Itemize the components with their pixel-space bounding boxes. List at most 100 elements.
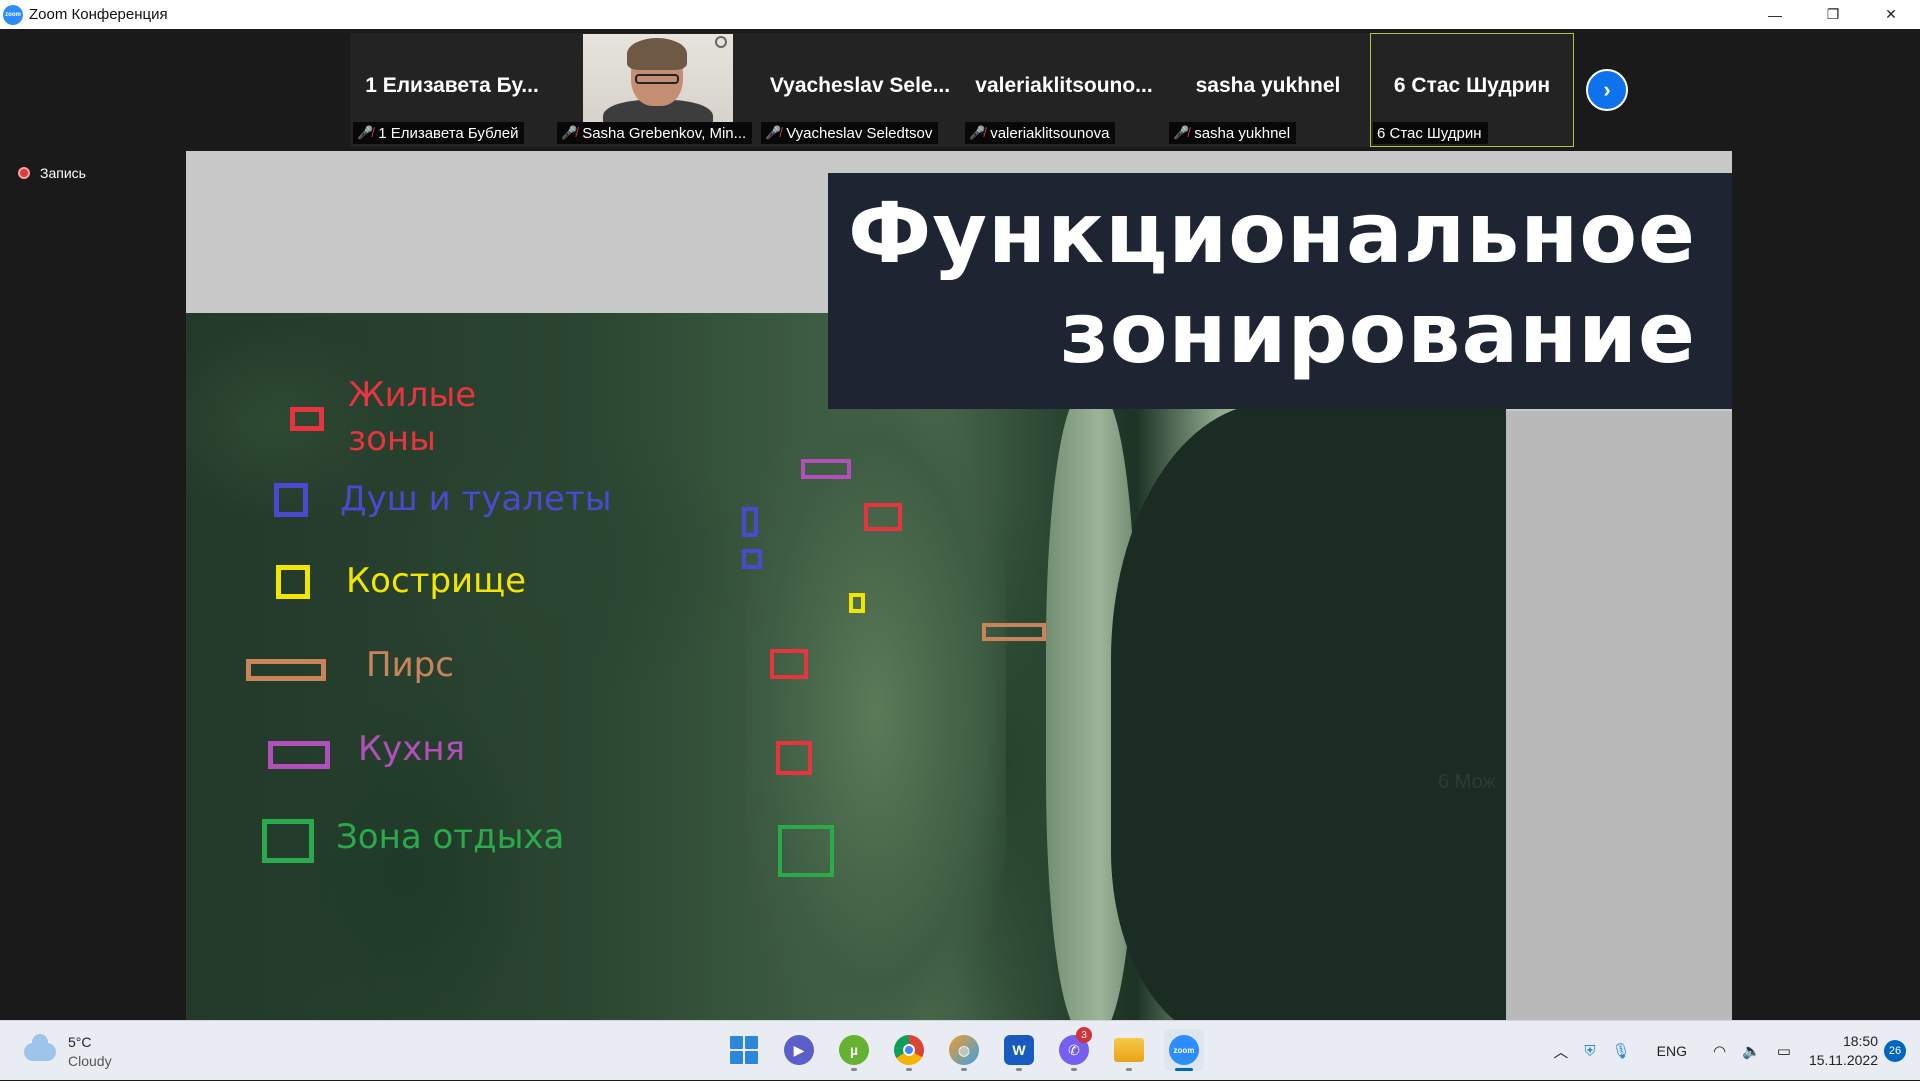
clock-time: 18:50 (1842, 1033, 1878, 1049)
legend-text: Зона отдыха (336, 817, 565, 857)
minimize-button[interactable]: — (1746, 0, 1804, 29)
participant-tile-active-speaker[interactable]: 6 Стас Шудрин 6 Стас Шудрин (1370, 33, 1574, 147)
taskbar-app-chrome[interactable] (889, 1029, 929, 1071)
slide-title-box: Функциональное зонирование (828, 173, 1732, 409)
video-background-ring (715, 36, 727, 48)
participant-tile[interactable]: valeriaklitsouno... 🎤̸ valeriaklitsounov… (962, 33, 1166, 147)
taskbar-app-viber[interactable]: ✆ 3 (1054, 1027, 1094, 1071)
weather-widget[interactable]: 5°C Cloudy (24, 1033, 112, 1071)
zoom-icon-label: zoom (5, 11, 21, 18)
video-person-glasses (635, 74, 679, 84)
taskbar-app-chat[interactable]: ▶ (779, 1029, 819, 1071)
participant-nameplate-text: valeriaklitsounova (990, 124, 1110, 142)
participant-tile[interactable]: Vyacheslav Sele... 🎤̸ Vyacheslav Seledts… (758, 33, 962, 147)
recording-indicator[interactable]: Запись (18, 165, 86, 181)
map-marker-shower (742, 549, 762, 569)
close-button[interactable]: ✕ (1862, 0, 1920, 29)
taskbar-app-word[interactable]: W (999, 1029, 1039, 1071)
microphone-icon[interactable]: 🎙 (1612, 1042, 1631, 1060)
participant-video (583, 34, 733, 122)
legend-swatch-shower (274, 483, 308, 517)
slide-gray-panel (1506, 411, 1732, 1020)
participant-nameplate-text: 1 Елизавета Бублей (378, 124, 519, 142)
taskbar-app-zoom[interactable]: zoom (1164, 1029, 1204, 1071)
participant-nameplate-text: Sasha Grebenkov, Min... (582, 124, 747, 142)
volume-icon[interactable]: 🔈 (1742, 1042, 1761, 1060)
notification-count[interactable]: 26 (1884, 1040, 1906, 1062)
participant-nameplate: 6 Стас Шудрин (1373, 122, 1488, 144)
legend-label-kitchen: Кухня (358, 729, 465, 769)
participant-nameplate-text: Vyacheslav Seledtsov (786, 124, 933, 142)
zoom-app-icon: zoom (3, 4, 23, 25)
participant-tile[interactable]: 1 Елизавета Бу... 🎤̸ 1 Елизавета Бублей (350, 33, 554, 147)
battery-icon[interactable]: ▭ (1777, 1042, 1791, 1060)
muted-mic-icon: 🎤̸ (969, 125, 986, 140)
slide-title-line: зонирование (1060, 284, 1696, 382)
map-marker-pier (982, 623, 1046, 641)
notification-badge: 3 (1076, 1027, 1092, 1043)
app-running-indicator (961, 1068, 967, 1071)
participant-nameplate: 🎤̸ Sasha Grebenkov, Min... (557, 122, 753, 144)
legend-label-pier: Пирс (366, 645, 454, 685)
language-indicator[interactable]: ENG (1657, 1043, 1687, 1059)
slide-watermark: 6 Мож (1438, 771, 1496, 793)
legend-swatch-kitchen (268, 741, 330, 769)
participant-tile-name: valeriaklitsouno... (975, 74, 1153, 97)
shield-icon[interactable]: ⛨ (1584, 1043, 1595, 1060)
weather-temp: 5°C (68, 1034, 92, 1050)
taskbar-app-explorer[interactable] (1109, 1029, 1149, 1071)
chrome-icon (894, 1035, 924, 1065)
muted-mic-icon: 🎤̸ (561, 125, 578, 140)
legend-swatch-firepit (276, 565, 310, 599)
chevron-up-icon[interactable]: ︿ (1553, 1041, 1568, 1062)
start-button[interactable] (724, 1029, 764, 1071)
legend-swatch-rest-area (262, 819, 314, 863)
app-running-indicator (1016, 1068, 1022, 1071)
map-marker-firepit (849, 593, 865, 613)
video-person-hair (627, 38, 687, 70)
app-running-indicator (851, 1068, 857, 1071)
zoom-icon: zoom (1169, 1035, 1199, 1065)
participant-nameplate: 🎤̸ sasha yukhnel (1169, 122, 1297, 144)
meeting-area: 1 Елизавета Бу... 🎤̸ 1 Елизавета Бублей … (0, 29, 1920, 1020)
legend-text: Жилые (348, 375, 477, 415)
next-participants-button[interactable]: › (1586, 69, 1628, 111)
participant-tile-name: sasha yukhnel (1195, 74, 1341, 97)
participant-tile-name: 1 Елизавета Бу... (365, 74, 539, 97)
participant-strip: 1 Елизавета Бу... 🎤̸ 1 Елизавета Бублей … (350, 33, 1574, 147)
legend-text: Кухня (358, 729, 466, 769)
map-marker-kitchen (801, 459, 851, 479)
legend-label-residential: Жилые зоны (348, 375, 476, 459)
app-running-indicator (1071, 1068, 1077, 1071)
participant-nameplate: 🎤̸ 1 Елизавета Бублей (353, 122, 525, 144)
chevron-right-icon: › (1603, 77, 1611, 102)
restore-button[interactable]: ❐ (1804, 0, 1862, 29)
satellite-map-image: Жилые зоны Душ и туалеты Кострище Пирс К… (186, 313, 1506, 1020)
word-icon: W (1004, 1035, 1034, 1065)
taskbar-app-utorrent[interactable]: µ (834, 1029, 874, 1071)
map-marker-residential (776, 741, 812, 775)
muted-mic-icon: 🎤̸ (765, 125, 782, 140)
participant-tile-name: 6 Стас Шудрин (1393, 74, 1551, 97)
system-tray: ︿ ⛨ 🎙 ENG ◠ 🔈 ▭ 18:50 15.11.2022 26 (1545, 1021, 1920, 1081)
legend-text: зоны (348, 419, 436, 459)
legend-text: Пирс (366, 645, 454, 685)
app-running-indicator (906, 1068, 912, 1071)
participant-tile[interactable]: 🎤̸ Sasha Grebenkov, Min... (554, 33, 758, 147)
legend-text: Душ и туалеты (340, 479, 612, 519)
folder-icon (1114, 1038, 1144, 1062)
shared-screen: Жилые зоны Душ и туалеты Кострище Пирс К… (186, 151, 1732, 1020)
window-titlebar: zoom Zoom Конференция — ❐ ✕ (0, 0, 1920, 29)
windows-taskbar: 5°C Cloudy ▶ µ ◍ W ✆ 3 zoom ︿ ⛨ 🎙 ENG ◠ … (0, 1020, 1920, 1080)
wifi-icon[interactable]: ◠ (1713, 1042, 1726, 1060)
taskbar-app-browser[interactable]: ◍ (944, 1029, 984, 1071)
recording-label: Запись (40, 165, 86, 181)
legend-label-rest-area: Зона отдыха (336, 817, 564, 857)
record-dot-icon (18, 167, 30, 179)
weather-text: 5°C Cloudy (68, 1033, 112, 1071)
window-title: Zoom Конференция (29, 6, 168, 23)
system-clock[interactable]: 18:50 15.11.2022 (1809, 1032, 1878, 1070)
map-lake (1111, 403, 1506, 1020)
participant-tile[interactable]: sasha yukhnel 🎤̸ sasha yukhnel (1166, 33, 1370, 147)
participant-nameplate-text: 6 Стас Шудрин (1377, 124, 1482, 142)
